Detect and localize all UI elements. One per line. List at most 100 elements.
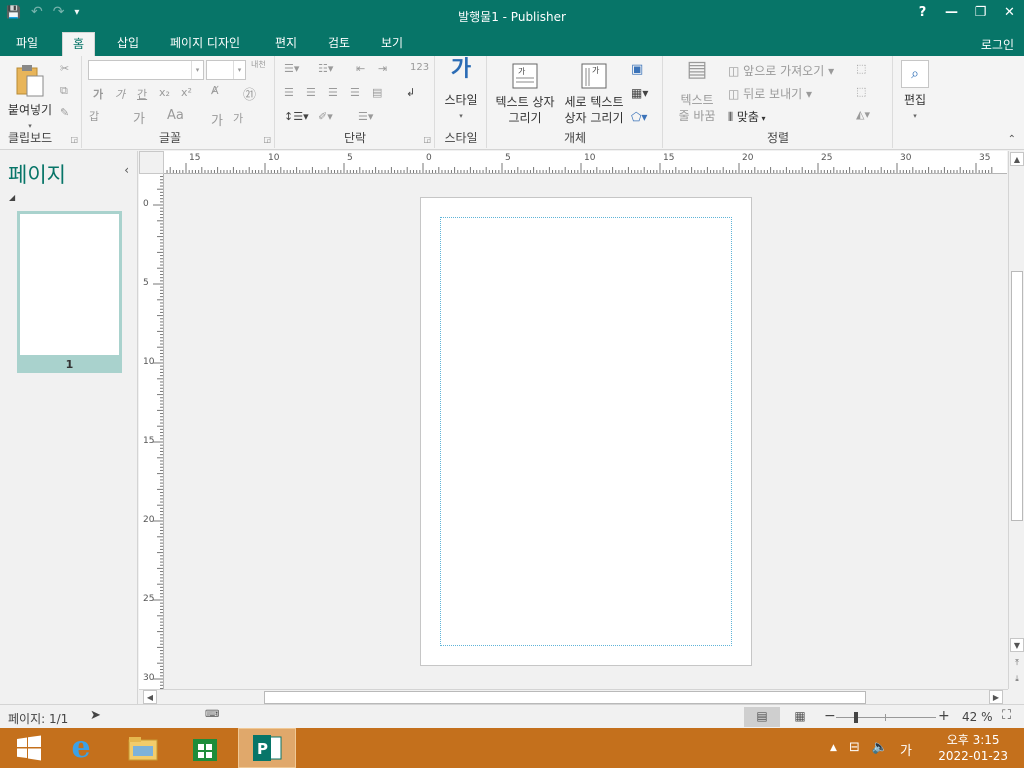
shading-icon[interactable]: ✐▾ bbox=[318, 110, 333, 123]
help-button[interactable]: ? bbox=[908, 0, 937, 28]
shapes-icon[interactable]: ⬠▾ bbox=[631, 110, 647, 124]
justify-icon[interactable]: ☰ bbox=[350, 86, 360, 99]
superscript-button[interactable]: x² bbox=[181, 86, 192, 99]
font-size-dropdown-icon[interactable]: ▾ bbox=[233, 61, 245, 79]
page-thumbnail[interactable]: 1 bbox=[17, 211, 122, 373]
ruby-button[interactable]: 내천 bbox=[251, 60, 269, 69]
zoom-level[interactable]: 42 % bbox=[962, 710, 993, 724]
table-icon[interactable]: ▦▾ bbox=[631, 86, 648, 100]
styles-button[interactable]: 가 스타일 ▾ bbox=[438, 59, 484, 124]
font-name-dropdown-icon[interactable]: ▾ bbox=[191, 61, 203, 79]
vertical-ruler[interactable]: 0 5 10 15 20 25 30 bbox=[139, 174, 164, 689]
collapse-pane-icon[interactable]: ‹ bbox=[124, 163, 129, 177]
close-button[interactable]: ✕ bbox=[995, 0, 1024, 28]
bullets-icon[interactable]: ☰▾ bbox=[284, 62, 299, 75]
start-button[interactable] bbox=[0, 728, 58, 768]
align-left-icon[interactable]: ☰ bbox=[284, 86, 294, 99]
align-button[interactable]: ⫴ 맞춤 ▾ bbox=[728, 108, 766, 125]
next-page-icon[interactable]: ⤓ bbox=[1010, 672, 1024, 686]
font-name-combo[interactable]: ▾ bbox=[88, 60, 204, 80]
two-page-view-button[interactable]: ▦ bbox=[782, 707, 818, 727]
tab-mailings[interactable]: 편지 bbox=[265, 32, 307, 56]
workspace-canvas[interactable] bbox=[165, 175, 1007, 689]
section-expand-icon[interactable]: ◢ bbox=[9, 193, 15, 202]
fit-page-icon[interactable]: ⛶ bbox=[1002, 708, 1011, 723]
tab-page-design[interactable]: 페이지 디자인 bbox=[160, 32, 250, 56]
picture-icon[interactable]: ▣ bbox=[631, 62, 643, 77]
bring-forward-button[interactable]: ◫ 앞으로 가져오기 ▾ bbox=[728, 62, 834, 79]
internet-explorer-icon[interactable]: e bbox=[52, 728, 110, 768]
tab-home[interactable]: 홈 bbox=[62, 32, 96, 56]
font-size-combo[interactable]: ▾ bbox=[206, 60, 246, 80]
scroll-down-icon[interactable]: ▼ bbox=[1010, 638, 1024, 652]
subscript-button[interactable]: x₂ bbox=[159, 86, 170, 99]
draw-vertical-text-box-button[interactable]: 가 세로 텍스트 상자 그리기 bbox=[560, 62, 628, 126]
italic-button[interactable]: 가 bbox=[115, 86, 125, 102]
align-center-icon[interactable]: ☰ bbox=[306, 86, 316, 99]
enclose-button[interactable]: ㉑ bbox=[243, 84, 256, 103]
columns-icon[interactable]: ☰▾ bbox=[358, 110, 373, 123]
collapse-ribbon-icon[interactable]: ⌃ bbox=[1008, 134, 1016, 145]
font-launcher-icon[interactable]: ◲ bbox=[263, 135, 271, 144]
system-clock[interactable]: 오후 3:15 2022-01-23 bbox=[938, 732, 1008, 764]
tab-view[interactable]: 보기 bbox=[371, 32, 413, 56]
line-spacing-icon[interactable]: ↕☰▾ bbox=[284, 110, 309, 123]
decrease-indent-icon[interactable]: ⇤ bbox=[356, 62, 365, 75]
numbering-label[interactable]: 123 bbox=[410, 62, 429, 73]
zoom-in-button[interactable]: + bbox=[938, 708, 950, 724]
restore-button[interactable]: ❐ bbox=[966, 0, 995, 28]
zoom-slider-thumb[interactable] bbox=[854, 712, 858, 723]
text-direction-icon[interactable]: ↲ bbox=[406, 86, 415, 99]
ruler-corner[interactable] bbox=[139, 151, 164, 174]
align-right-icon[interactable]: ☰ bbox=[328, 86, 338, 99]
bold-button[interactable]: 가 bbox=[93, 86, 103, 102]
horizontal-ruler[interactable]: 15 10 5 0 5 10 15 20 25 30 35 bbox=[164, 151, 1007, 174]
wrap-text-button[interactable]: ▤ 텍스트 줄 바꿈 bbox=[668, 59, 726, 124]
horizontal-scroll-thumb[interactable] bbox=[264, 691, 866, 704]
zoom-out-button[interactable]: − bbox=[824, 708, 836, 724]
tab-insert[interactable]: 삽입 bbox=[107, 32, 149, 56]
vertical-scrollbar[interactable]: ▲ ▼ ⤒ ⤓ bbox=[1008, 151, 1024, 689]
clipboard-launcher-icon[interactable]: ◲ bbox=[70, 135, 78, 144]
grow-font-button[interactable]: 가 bbox=[211, 110, 223, 129]
underline-button[interactable]: 간 bbox=[137, 86, 147, 102]
rotate-icon[interactable]: ◭▾ bbox=[856, 108, 870, 121]
show-hidden-icons[interactable]: ▲ bbox=[830, 740, 837, 759]
paragraph-launcher-icon[interactable]: ◲ bbox=[423, 135, 431, 144]
tab-file[interactable]: 파일 bbox=[6, 32, 48, 56]
previous-page-icon[interactable]: ⤒ bbox=[1010, 656, 1024, 670]
file-explorer-icon[interactable] bbox=[114, 728, 172, 768]
minimize-button[interactable]: — bbox=[937, 0, 966, 28]
format-painter-icon[interactable]: ✎ bbox=[60, 106, 69, 119]
single-page-view-button[interactable]: ▤ bbox=[744, 707, 780, 727]
scroll-up-icon[interactable]: ▲ bbox=[1010, 152, 1024, 166]
zoom-slider[interactable] bbox=[836, 712, 936, 723]
page-number-status[interactable]: 페이지: 1/1 bbox=[8, 710, 68, 727]
char-spacing-button[interactable]: 갑 bbox=[89, 108, 99, 124]
ungroup-objects-icon[interactable]: ⬚ bbox=[856, 85, 866, 98]
publisher-taskbar-button[interactable]: P bbox=[238, 728, 296, 768]
tab-review[interactable]: 검토 bbox=[318, 32, 360, 56]
distribute-icon[interactable]: ▤ bbox=[372, 86, 382, 99]
change-case-button[interactable]: Aa bbox=[167, 108, 184, 123]
shrink-font-button[interactable]: 가 bbox=[233, 110, 243, 126]
clear-format-icon[interactable]: Ⱥ bbox=[211, 84, 219, 97]
scroll-right-icon[interactable]: ▶ bbox=[989, 690, 1003, 704]
document-page[interactable] bbox=[420, 197, 752, 666]
network-icon[interactable]: ⊟ bbox=[849, 740, 860, 759]
horizontal-scrollbar[interactable]: ◀ ▶ bbox=[139, 689, 1008, 704]
numbering-icon[interactable]: ☷▾ bbox=[318, 62, 333, 75]
group-objects-icon[interactable]: ⬚ bbox=[856, 62, 866, 75]
font-color-button[interactable]: 가 bbox=[133, 108, 145, 127]
vertical-scroll-thumb[interactable] bbox=[1011, 271, 1023, 521]
store-icon[interactable] bbox=[176, 728, 234, 768]
scroll-left-icon[interactable]: ◀ bbox=[143, 690, 157, 704]
increase-indent-icon[interactable]: ⇥ bbox=[378, 62, 387, 75]
volume-icon[interactable]: 🔈 bbox=[872, 740, 888, 759]
cut-icon[interactable]: ✂ bbox=[60, 62, 69, 75]
draw-text-box-button[interactable]: 가 텍스트 상자 그리기 bbox=[490, 62, 560, 126]
editing-button[interactable]: ⌕ 편집 ▾ bbox=[896, 60, 934, 124]
copy-icon[interactable]: ⧉ bbox=[60, 84, 68, 98]
paste-button[interactable]: 붙여넣기 ▾ bbox=[4, 62, 56, 134]
login-link[interactable]: 로그인 bbox=[981, 36, 1014, 53]
